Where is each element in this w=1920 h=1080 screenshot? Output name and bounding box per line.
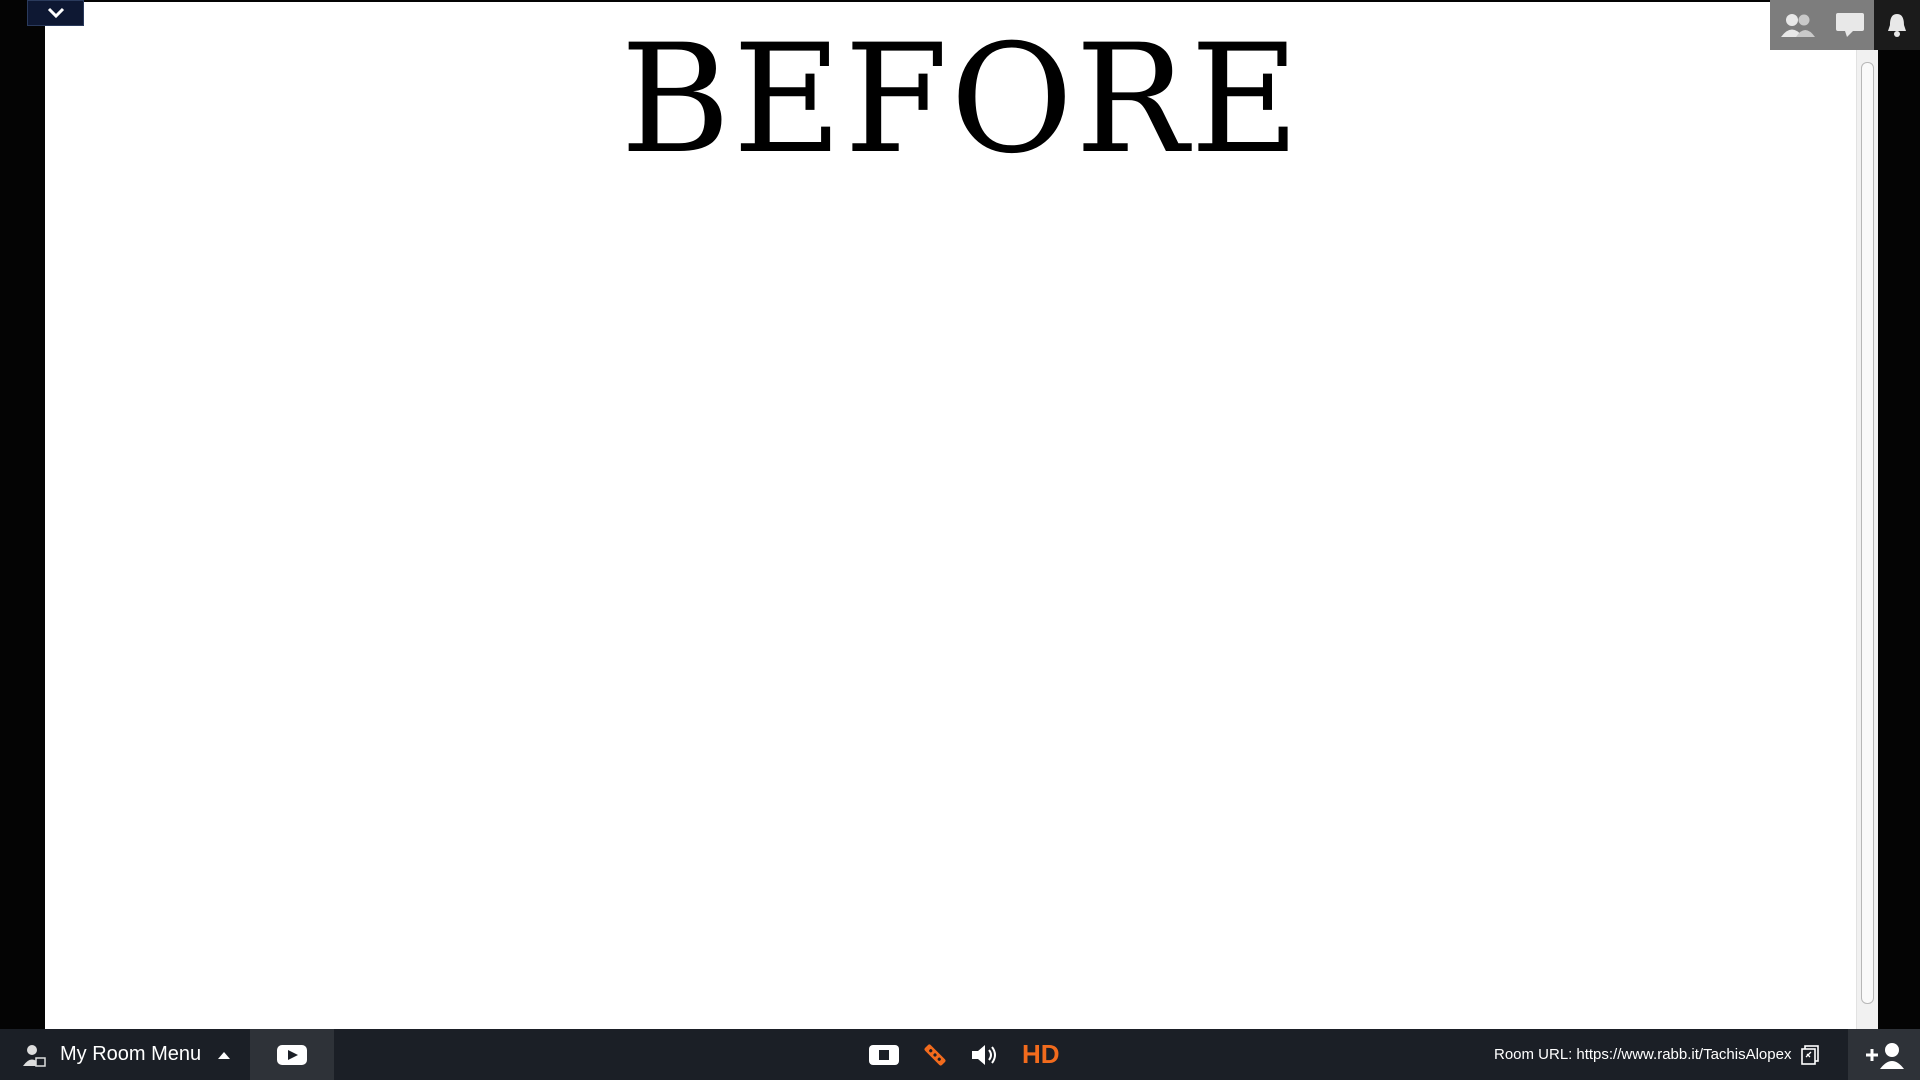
user-lock-icon — [23, 1044, 46, 1067]
copy-link-icon[interactable] — [1801, 1044, 1820, 1065]
stage: BEFORE — [0, 0, 1920, 1029]
youtube-tab[interactable] — [250, 1029, 334, 1080]
social-icons-box — [1770, 0, 1874, 50]
caret-up-icon — [218, 1051, 231, 1059]
shared-browser-page[interactable]: BEFORE — [45, 2, 1877, 1029]
room-menu-label: My Room Menu — [60, 1043, 202, 1065]
chat-icon[interactable] — [1835, 12, 1865, 38]
page-scrollbar[interactable] — [1856, 2, 1878, 1029]
youtube-icon — [277, 1044, 307, 1065]
collapse-toolbar-button[interactable] — [27, 0, 84, 26]
bottom-toolbar: My Room Menu HD Room URL: https://www.ra… — [0, 1029, 1920, 1080]
top-right-panel — [1770, 0, 1920, 50]
invite-user-button[interactable] — [1848, 1029, 1920, 1080]
media-controls: HD — [868, 1029, 1082, 1080]
bell-icon — [1888, 14, 1906, 37]
volume-icon[interactable] — [970, 1042, 1000, 1068]
remote-control-icon[interactable] — [922, 1042, 948, 1068]
page-heading: BEFORE — [620, 13, 1302, 187]
room-url-display: Room URL: https://www.rabb.it/TachisAlop… — [1494, 1029, 1820, 1080]
room-url-label: Room URL: — [1494, 1046, 1573, 1063]
chevron-down-icon — [47, 7, 64, 19]
stop-share-icon[interactable] — [868, 1044, 900, 1066]
room-menu-button[interactable]: My Room Menu — [22, 1029, 231, 1080]
notifications-button[interactable] — [1874, 0, 1920, 50]
scrollbar-thumb[interactable] — [1861, 62, 1874, 1004]
people-icon[interactable] — [1780, 12, 1816, 38]
room-url-value[interactable]: https://www.rabb.it/TachisAlopex — [1576, 1046, 1791, 1063]
hd-quality-toggle[interactable]: HD — [1022, 1039, 1060, 1070]
add-user-icon — [1866, 1042, 1904, 1069]
